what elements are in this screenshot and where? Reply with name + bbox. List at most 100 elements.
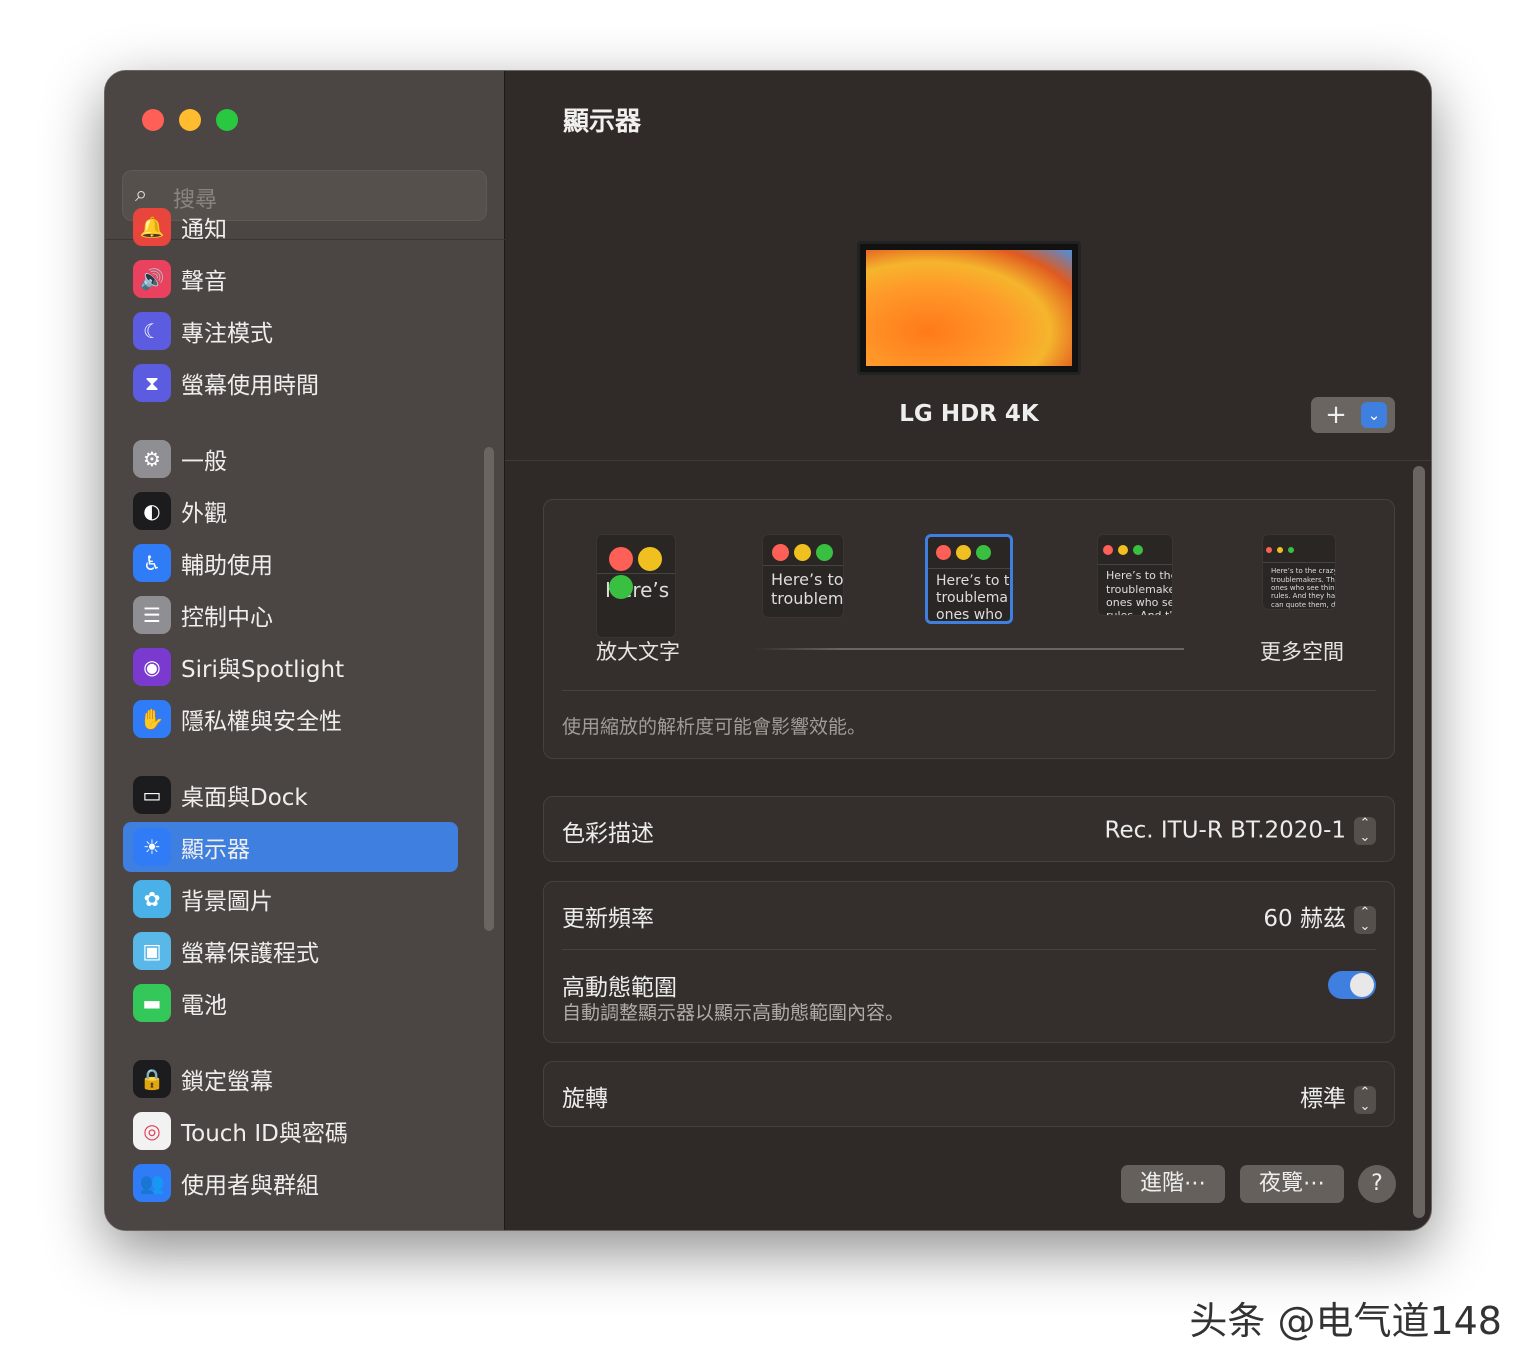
resolution-card: Here’s Here’s to troublem Here’s to t tr… <box>543 499 1395 759</box>
moon-icon: ☾ <box>133 312 171 350</box>
fingerprint-icon: ◎ <box>133 1112 171 1150</box>
sidebar-item[interactable]: ▣ 螢幕保護程式 <box>123 926 458 976</box>
main-pane: 顯示器 LG HDR 4K + ⌄ Here’s Here’s to troub… <box>505 71 1431 1230</box>
sidebar-item[interactable]: ◐ 外觀 <box>123 486 458 536</box>
resolution-option[interactable]: Here’s to the cr troublemakers. ones who… <box>1097 534 1173 616</box>
color-profile-row[interactable]: 色彩描述 Rec. ITU-R BT.2020-1 ⌃ ⌄ <box>543 796 1395 862</box>
resolution-option[interactable]: Here’s to the crazy one troublemakers. T… <box>1262 534 1336 610</box>
plus-icon: + <box>1325 400 1347 430</box>
gear-icon: ⚙ <box>133 440 171 478</box>
sidebar-item[interactable]: ⚙ 一般 <box>123 434 458 484</box>
sidebar-item[interactable]: ▬ 電池 <box>123 978 458 1028</box>
resolution-option[interactable]: Here’s to t troublema ones who <box>925 534 1013 624</box>
sun-icon: ☀ <box>133 828 171 866</box>
night-shift-button[interactable]: 夜覽⋯ <box>1240 1165 1344 1203</box>
resolution-slider-track[interactable] <box>754 648 1184 650</box>
sidebar-item[interactable]: ✿ 背景圖片 <box>123 874 458 924</box>
sidebar-item[interactable]: ◉ Siri與Spotlight <box>123 642 458 692</box>
speaker-icon: 🔊 <box>133 260 171 298</box>
sidebar-item[interactable]: 🔒 鎖定螢幕 <box>123 1054 458 1104</box>
sidebar-item-label: 顯示器 <box>181 837 250 863</box>
refresh-hdr-card: 更新頻率 60 赫茲 ⌃ ⌄ 高動態範圍 自動調整顯示器以顯示高動態範圍內容。 <box>543 881 1395 1043</box>
sidebar: ⌕ 搜尋 🔔 通知 🔊 聲音 ☾ 專注模式 ⧗ 螢幕使用時間 ⚙ 一般 ◐ 外觀 ♿ 輔助使用 ☰ 控制中心 ◉… <box>105 71 505 1230</box>
sidebar-item-label: 螢幕使用時間 <box>181 373 319 399</box>
sidebar-item-label: 桌面與Dock <box>181 785 308 811</box>
sidebar-item-label: Siri與Spotlight <box>181 657 345 683</box>
advanced-button[interactable]: 進階⋯ <box>1121 1165 1225 1203</box>
sidebar-item-label: 聲音 <box>181 269 227 295</box>
sidebar-item[interactable]: 🔊 聲音 <box>123 254 458 304</box>
sidebar-item-label: 使用者與群組 <box>181 1173 319 1199</box>
resolution-option[interactable]: Here’s <box>596 534 676 638</box>
zoom-button[interactable] <box>216 109 238 131</box>
flower-icon: ✿ <box>133 880 171 918</box>
performance-note: 使用縮放的解析度可能會影響效能。 <box>562 716 867 738</box>
larger-text-label: 放大文字 <box>596 640 680 664</box>
divider <box>562 949 1376 950</box>
preview-text: Here’s to the cr troublemakers. ones who… <box>1106 569 1172 616</box>
hand-icon: ✋ <box>133 700 171 738</box>
hourglass-icon: ⧗ <box>133 364 171 402</box>
color-profile-value[interactable]: Rec. ITU-R BT.2020-1 <box>1105 818 1347 844</box>
updown-chevron-icon[interactable]: ⌃ ⌄ <box>1354 905 1376 934</box>
help-button[interactable]: ? <box>1358 1165 1396 1203</box>
minimize-button[interactable] <box>179 109 201 131</box>
monitor-name: LG HDR 4K <box>899 401 1039 427</box>
sidebar-item-label: 一般 <box>181 449 227 475</box>
sidebar-item-label: Touch ID與密碼 <box>181 1121 348 1147</box>
resolution-option[interactable]: Here’s to troublem <box>762 534 844 618</box>
accessibility-icon: ♿ <box>133 544 171 582</box>
dock-icon: ▭ <box>133 776 171 814</box>
rotation-row[interactable]: 旋轉 標準 ⌃ ⌄ <box>543 1061 1395 1127</box>
main-scrollbar[interactable] <box>1413 466 1425 1218</box>
watermark: 头条 @电气道148 <box>1189 1299 1502 1343</box>
sidebar-item-label: 通知 <box>181 217 227 243</box>
sidebar-item[interactable]: ✋ 隱私權與安全性 <box>123 694 458 744</box>
bell-icon: 🔔 <box>133 208 171 246</box>
appearance-icon: ◐ <box>133 492 171 530</box>
sidebar-item-label: 輔助使用 <box>181 553 273 579</box>
sidebar-item[interactable]: ☾ 專注模式 <box>123 306 458 356</box>
sidebar-item-label: 外觀 <box>181 501 227 527</box>
sidebar-item[interactable]: ☰ 控制中心 <box>123 590 458 640</box>
page-title: 顯示器 <box>563 107 642 137</box>
system-settings-window: ⌕ 搜尋 🔔 通知 🔊 聲音 ☾ 專注模式 ⧗ 螢幕使用時間 ⚙ 一般 ◐ 外觀 ♿ 輔助使用 ☰ 控制中心 ◉… <box>104 70 1432 1231</box>
sidebar-item[interactable]: ▭ 桌面與Dock <box>123 770 458 820</box>
siri-icon: ◉ <box>133 648 171 686</box>
sidebar-item-label: 鎖定螢幕 <box>181 1069 273 1095</box>
preview-text: Here’s to the crazy one troublemakers. T… <box>1271 567 1336 609</box>
refresh-rate-value[interactable]: 60 赫茲 <box>1263 906 1346 932</box>
battery-icon: ▬ <box>133 984 171 1022</box>
rotation-value[interactable]: 標準 <box>1300 1086 1346 1112</box>
divider <box>562 690 1376 691</box>
users-icon: 👥 <box>133 1164 171 1202</box>
refresh-rate-row[interactable]: 更新頻率 60 赫茲 ⌃ ⌄ <box>562 899 1376 934</box>
updown-chevron-icon[interactable]: ⌃ ⌄ <box>1354 817 1376 845</box>
sidebar-item-label: 背景圖片 <box>181 889 273 915</box>
add-display-button[interactable]: + ⌄ <box>1311 397 1395 433</box>
sidebar-item-label: 隱私權與安全性 <box>181 709 342 735</box>
sidebar-item[interactable]: ⧗ 螢幕使用時間 <box>123 358 458 408</box>
rotation-label: 旋轉 <box>562 1086 608 1113</box>
sidebar-item[interactable]: ◎ Touch ID與密碼 <box>123 1106 458 1156</box>
sidebar-item[interactable]: ♿ 輔助使用 <box>123 538 458 588</box>
sidebar-item-label: 專注模式 <box>181 321 273 347</box>
close-button[interactable] <box>142 109 164 131</box>
chevron-down-icon[interactable]: ⌄ <box>1361 402 1387 428</box>
hdr-label: 高動態範圍 <box>562 975 677 1001</box>
sidebar-item[interactable]: 🔔 通知 <box>123 202 458 252</box>
preview-text: Here’s to troublem <box>771 570 844 609</box>
monitor-thumbnail[interactable] <box>857 241 1081 375</box>
preview-text: Here’s to t troublema ones who <box>936 572 1010 623</box>
more-space-label: 更多空間 <box>1260 640 1344 664</box>
sidebar-item-label: 螢幕保護程式 <box>181 941 319 967</box>
updown-chevron-icon[interactable]: ⌃ ⌄ <box>1354 1085 1376 1114</box>
hdr-toggle[interactable] <box>1328 971 1376 999</box>
color-profile-label: 色彩描述 <box>562 821 654 847</box>
sidebar-item[interactable]: ☀ 顯示器 <box>123 822 458 872</box>
refresh-rate-label: 更新頻率 <box>562 906 654 933</box>
sidebar-scrollbar[interactable] <box>484 447 494 931</box>
lock-icon: 🔒 <box>133 1060 171 1098</box>
screensaver-icon: ▣ <box>133 932 171 970</box>
sidebar-item[interactable]: 👥 使用者與群組 <box>123 1158 458 1208</box>
